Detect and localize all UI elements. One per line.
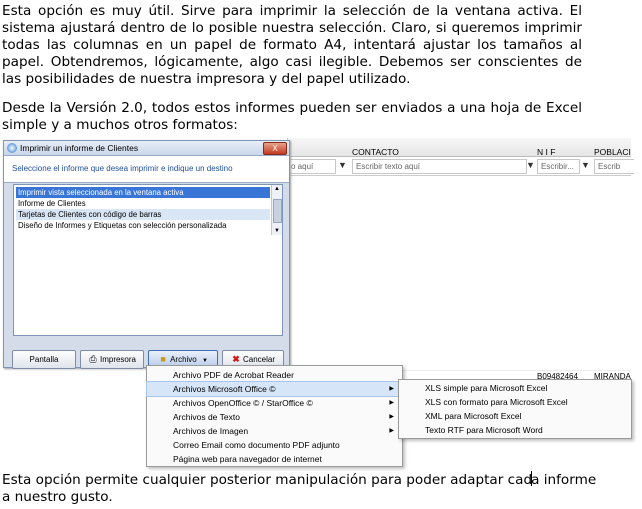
submenu-item-rtf[interactable]: Texto RTF para Microsoft Word [399, 423, 631, 437]
column-contacto[interactable]: CONTACTO [352, 147, 399, 157]
dialog-titlebar[interactable]: Imprimir un informe de Clientes X [4, 141, 289, 156]
scroll-thumb[interactable] [273, 199, 282, 223]
column-header-row: CONTACTO N I F POBLACI [288, 138, 631, 157]
funnel-icon[interactable]: ▼ [581, 160, 590, 170]
impresora-button[interactable]: ⎙ Impresora [80, 350, 144, 369]
print-report-dialog: Imprimir un informe de Clientes X Selecc… [3, 140, 290, 369]
archivo-menu: Archivo PDF de Acrobat Reader Archivos M… [146, 365, 403, 467]
embedded-screenshot: CONTACTO N I F POBLACI o aquí ▼ Escribir… [0, 138, 634, 467]
menu-item-openoffice-label: Archivos OpenOffice © / StarOffice © [173, 398, 313, 408]
scroll-up-icon[interactable]: ▲ [274, 186, 280, 192]
close-button[interactable]: X [263, 142, 287, 155]
menu-item-imagen-label: Archivos de Imagen [173, 426, 249, 436]
submenu-item-xml[interactable]: XML para Microsoft Excel [399, 409, 631, 423]
list-item[interactable]: Imprimir vista seleccionada en la ventan… [16, 187, 270, 198]
instruction-panel: Seleccione el informe que desea imprimir… [4, 156, 289, 183]
submenu-arrow-icon: ▶ [389, 414, 394, 420]
archivo-label: Archivo [170, 355, 197, 364]
list-item[interactable]: Diseño de Informes y Etiquetas con selec… [16, 220, 270, 231]
closing-text-start: Esta opción permite cualquier posterior … [2, 472, 533, 488]
submenu-item-xls-simple[interactable]: XLS simple para Microsoft Excel [399, 381, 631, 395]
paragraph-intro: Esta opción es muy útil. Sirve para impr… [2, 3, 582, 87]
submenu-arrow-icon: ▶ [389, 428, 394, 434]
funnel-icon[interactable]: ▼ [338, 160, 347, 170]
scroll-down-icon[interactable]: ▼ [274, 228, 280, 234]
pantalla-label: Pantalla [29, 355, 59, 364]
list-item[interactable]: Informe de Clientes [16, 198, 270, 209]
impresora-label: Impresora [99, 355, 136, 364]
printer-icon: ⎙ [89, 354, 97, 364]
report-list[interactable]: Imprimir vista seleccionada en la ventan… [13, 184, 283, 336]
menu-item-imagen[interactable]: Archivos de Imagen ▶ [147, 424, 402, 438]
app-icon [7, 143, 17, 153]
submenu-item-xls-formato[interactable]: XLS con formato para Microsoft Excel [399, 395, 631, 409]
office-submenu: XLS simple para Microsoft Excel XLS con … [398, 379, 632, 439]
paragraph-closing: Esta opción permite cualquier posterior … [2, 471, 602, 506]
cancelar-label: Cancelar [242, 355, 275, 364]
dialog-title: Imprimir un informe de Clientes [20, 143, 139, 153]
column-poblacion[interactable]: POBLACI [594, 147, 631, 157]
list-scrollbar[interactable]: ▲ ▼ [271, 185, 282, 235]
submenu-arrow-icon: ▶ [389, 400, 394, 406]
filter-input-left[interactable]: o aquí [288, 159, 336, 174]
menu-item-texto[interactable]: Archivos de Texto ▶ [147, 410, 402, 424]
chevron-down-icon: ▼ [201, 358, 208, 364]
menu-item-texto-label: Archivos de Texto [173, 412, 240, 422]
menu-item-openoffice[interactable]: Archivos OpenOffice © / StarOffice © ▶ [147, 396, 402, 410]
menu-item-email[interactable]: Correo Email como documento PDF adjunto [147, 438, 402, 452]
filter-input-contacto[interactable]: Escribir texto aquí [352, 159, 527, 174]
menu-item-office[interactable]: Archivos Microsoft Office © ▶ [146, 381, 403, 397]
filter-row: o aquí ▼ Escribir texto aquí ▼ Escribir.… [288, 157, 634, 176]
menu-item-web[interactable]: Página web para navegador de internet [147, 452, 402, 466]
funnel-icon[interactable]: ▼ [526, 160, 535, 170]
menu-item-office-label: Archivos Microsoft Office © [173, 384, 276, 394]
instruction-text: Seleccione el informe que desea imprimir… [12, 164, 233, 173]
filter-input-poblacion[interactable]: Escrib [594, 159, 634, 174]
filter-input-nif[interactable]: Escribir... [537, 159, 580, 174]
menu-item-pdf[interactable]: Archivo PDF de Acrobat Reader [147, 368, 402, 382]
column-nif[interactable]: N I F [537, 147, 555, 157]
list-item[interactable]: Tarjetas de Clientes con código de barra… [16, 209, 270, 220]
paragraph-version: Desde la Versión 2.0, todos estos inform… [2, 100, 582, 133]
pantalla-button[interactable]: Pantalla [12, 350, 76, 369]
submenu-arrow-icon: ▶ [389, 386, 394, 392]
